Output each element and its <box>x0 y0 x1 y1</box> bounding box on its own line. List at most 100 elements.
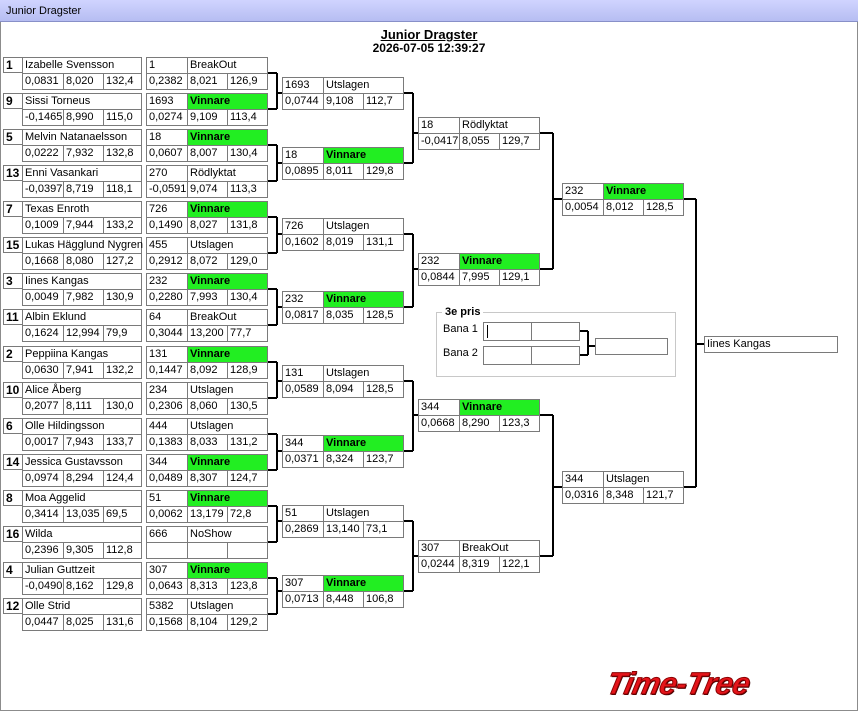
round2-run-box[interactable]: 131 Vinnare 0,1447 8,092 128,9 <box>146 346 268 379</box>
lane1-box[interactable] <box>483 322 580 341</box>
run-speed <box>227 543 267 558</box>
round2-run-box[interactable]: 1 BreakOut 0,2382 8,021 126,9 <box>146 57 268 90</box>
round2-run-box[interactable]: 726 Vinnare 0,1490 8,027 131,8 <box>146 201 268 234</box>
racer-box[interactable]: Peppiina Kangas 0,0630 7,941 132,2 <box>22 346 142 379</box>
run-speed: 130,4 <box>227 290 267 305</box>
round2-run-box[interactable]: 5382 Utslagen 0,1568 8,104 129,2 <box>146 598 268 631</box>
round4-run-box[interactable]: 344 Vinnare 0,0668 8,290 123,3 <box>418 399 540 432</box>
round3-run-box[interactable]: 307 Vinnare 0,0713 8,448 106,8 <box>282 575 404 608</box>
car-number: 666 <box>149 528 168 540</box>
run-rt: 0,1568 <box>149 616 183 628</box>
racer-box[interactable]: Moa Aggelid 0,3414 13,035 69,5 <box>22 490 142 523</box>
racer-box[interactable]: Melvin Natanaelsson 0,0222 7,932 132,8 <box>22 129 142 162</box>
run-speed: 106,8 <box>363 592 403 607</box>
run-rt: 0,0817 <box>285 309 319 321</box>
round3-run-box[interactable]: 344 Vinnare 0,0371 8,324 123,7 <box>282 435 404 468</box>
car-number: 455 <box>149 239 168 251</box>
run-et: 8,021 <box>187 74 227 89</box>
run-rt: 0,1490 <box>149 219 183 231</box>
racer-rt: 0,2077 <box>25 400 59 412</box>
run-rt: 0,0844 <box>421 271 455 283</box>
racer-box[interactable]: Lukas Hägglund Nygren 0,1668 8,080 127,2 <box>22 237 143 270</box>
run-et: 8,055 <box>459 134 499 149</box>
round2-run-box[interactable]: 51 Vinnare 0,0062 13,179 72,8 <box>146 490 268 523</box>
round2-run-box[interactable]: 232 Vinnare 0,2280 7,993 130,4 <box>146 273 268 306</box>
round2-run-box[interactable]: 344 Vinnare 0,0489 8,307 124,7 <box>146 454 268 487</box>
final-run-box[interactable]: 344 Utslagen 0,0316 8,348 121,7 <box>562 471 684 504</box>
racer-speed: 124,4 <box>103 471 143 486</box>
racer-speed: 115,0 <box>103 110 143 125</box>
racer-rt: 0,0222 <box>25 147 59 159</box>
racer-box[interactable]: Texas Enroth 0,1009 7,944 133,2 <box>22 201 142 234</box>
run-et: 8,019 <box>323 235 363 250</box>
round2-run-box[interactable]: 666 NoShow <box>146 526 268 559</box>
seed-number: 9 <box>3 93 23 109</box>
seed-number: 2 <box>3 346 23 362</box>
seed-number: 4 <box>3 562 23 578</box>
round2-run-box[interactable]: 455 Utslagen 0,2912 8,072 129,0 <box>146 237 268 270</box>
run-status: Utslagen <box>187 599 267 614</box>
racer-et: 7,932 <box>63 146 103 161</box>
racer-name: Moa Aggelid <box>25 492 86 504</box>
round2-run-box[interactable]: 307 Vinnare 0,0643 8,313 123,8 <box>146 562 268 595</box>
round2-run-box[interactable]: 444 Utslagen 0,1383 8,033 131,2 <box>146 418 268 451</box>
round4-run-box[interactable]: 307 BreakOut 0,0244 8,319 122,1 <box>418 540 540 573</box>
run-status: Rödlyktat <box>187 166 267 181</box>
round3-run-box[interactable]: 232 Vinnare 0,0817 8,035 128,5 <box>282 291 404 324</box>
third-place-result-box[interactable] <box>595 338 668 355</box>
racer-rt: -0,0397 <box>25 183 63 195</box>
round2-run-box[interactable]: 270 Rödlyktat -0,0591 9,074 113,3 <box>146 165 268 198</box>
round3-run-box[interactable]: 51 Utslagen 0,2869 13,140 73,1 <box>282 505 404 538</box>
racer-box[interactable]: Wilda 0,2396 9,305 112,8 <box>22 526 142 559</box>
racer-et: 8,111 <box>63 399 103 414</box>
racer-box[interactable]: Albin Eklund 0,1624 12,994 79,9 <box>22 309 142 342</box>
run-et: 8,011 <box>323 164 363 179</box>
car-number: 5382 <box>149 600 174 612</box>
round4-run-box[interactable]: 232 Vinnare 0,0844 7,995 129,1 <box>418 253 540 286</box>
run-speed: 128,5 <box>363 382 403 397</box>
racer-speed: 131,6 <box>103 615 143 630</box>
round3-run-box[interactable]: 131 Utslagen 0,0589 8,094 128,5 <box>282 365 404 398</box>
run-et: 7,995 <box>459 270 499 285</box>
seed-number: 5 <box>3 129 23 145</box>
run-status: Utslagen <box>323 78 403 93</box>
run-speed: 124,7 <box>227 471 267 486</box>
run-speed: 130,5 <box>227 399 267 414</box>
racer-box[interactable]: Olle Hildingsson 0,0017 7,943 133,7 <box>22 418 142 451</box>
round2-run-box[interactable]: 18 Vinnare 0,0607 8,007 130,4 <box>146 129 268 162</box>
run-et: 8,348 <box>603 488 643 503</box>
round3-run-box[interactable]: 1693 Utslagen 0,0744 9,108 112,7 <box>282 77 404 110</box>
racer-box[interactable]: Iines Kangas 0,0049 7,982 130,9 <box>22 273 142 306</box>
car-number: 232 <box>285 293 304 305</box>
racer-box[interactable]: Izabelle Svensson 0,0831 8,020 132,4 <box>22 57 142 90</box>
racer-speed: 69,5 <box>103 507 143 522</box>
racer-et: 8,719 <box>63 182 103 197</box>
round3-run-box[interactable]: 726 Utslagen 0,1602 8,019 131,1 <box>282 218 404 251</box>
racer-box[interactable]: Jessica Gustavsson 0,0974 8,294 124,4 <box>22 454 142 487</box>
car-number: 307 <box>149 564 168 576</box>
run-status: Vinnare <box>187 274 267 289</box>
run-speed: 122,1 <box>499 557 539 572</box>
champion-box[interactable]: Iines Kangas <box>704 336 838 353</box>
round2-run-box[interactable]: 64 BreakOut 0,3044 13,200 77,7 <box>146 309 268 342</box>
round4-run-box[interactable]: 18 Rödlyktat -0,0417 8,055 129,7 <box>418 117 540 150</box>
run-rt: 0,0607 <box>149 147 183 159</box>
racer-box[interactable]: Sissi Torneus -0,1465 8,990 115,0 <box>22 93 142 126</box>
run-status: Utslagen <box>323 219 403 234</box>
round2-run-box[interactable]: 234 Utslagen 0,2306 8,060 130,5 <box>146 382 268 415</box>
lane2-box[interactable] <box>483 346 580 365</box>
run-speed: 73,1 <box>363 522 403 537</box>
round3-run-box[interactable]: 18 Vinnare 0,0895 8,011 129,8 <box>282 147 404 180</box>
car-number: 18 <box>421 119 434 131</box>
racer-speed: 130,0 <box>103 399 143 414</box>
run-status: Vinnare <box>323 292 403 307</box>
run-speed: 126,9 <box>227 74 267 89</box>
time-tree-logo: Time-Tree <box>603 666 754 702</box>
racer-box[interactable]: Enni Vasankari -0,0397 8,719 118,1 <box>22 165 142 198</box>
racer-box[interactable]: Olle Strid 0,0447 8,025 131,6 <box>22 598 142 631</box>
run-status: Utslagen <box>187 419 267 434</box>
round2-run-box[interactable]: 1693 Vinnare 0,0274 9,109 113,4 <box>146 93 268 126</box>
racer-box[interactable]: Alice Åberg 0,2077 8,111 130,0 <box>22 382 142 415</box>
racer-box[interactable]: Julian Guttzeit -0,0490 8,162 129,8 <box>22 562 142 595</box>
final-run-box[interactable]: 232 Vinnare 0,0054 8,012 128,5 <box>562 183 684 216</box>
